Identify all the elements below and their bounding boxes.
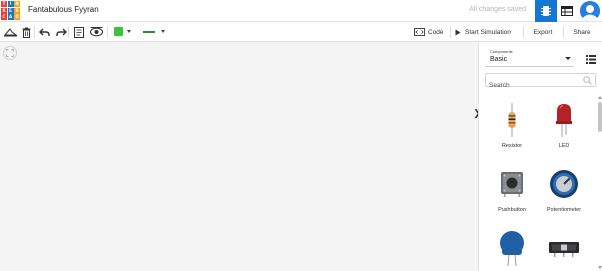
capacitor-icon <box>492 228 532 268</box>
project-title[interactable]: Fantabulous Fyyran <box>28 5 99 14</box>
component-led[interactable]: LED <box>536 94 592 154</box>
table-icon <box>561 6 573 16</box>
share-button[interactable]: Share <box>565 25 599 39</box>
component-label: Pushbutton <box>498 207 526 213</box>
header-bar: TIN KER CAD Fantabulous Fyyran All changes… <box>0 0 602 22</box>
save-status: All changes saved <box>469 6 526 13</box>
component-resistor[interactable]: Resistor <box>484 94 540 154</box>
play-icon <box>455 29 461 35</box>
circuit-board-icon <box>541 6 551 16</box>
scroll-up-icon[interactable] <box>598 96 602 99</box>
component-label: LED <box>558 143 570 149</box>
potentiometer-icon <box>544 164 584 204</box>
wire-color-picker[interactable] <box>114 27 123 36</box>
workplane-canvas[interactable] <box>0 42 478 271</box>
scroll-down-icon[interactable] <box>598 266 602 269</box>
wire-color-dropdown-icon[interactable] <box>127 30 131 33</box>
components-scrollbar[interactable] <box>597 96 602 269</box>
redo-icon[interactable] <box>54 25 68 39</box>
tinkercad-logo[interactable]: TIN KER CAD <box>1 1 20 20</box>
wire-type-dropdown-icon[interactable] <box>161 30 165 33</box>
delete-icon[interactable] <box>19 25 33 39</box>
code-icon <box>414 28 425 36</box>
logo-letter: T <box>1 1 7 7</box>
toolbar-divider <box>523 26 524 38</box>
components-panel: Components Basic Search Resistor LED Pus… <box>478 42 602 271</box>
toolbar-divider <box>68 26 69 38</box>
component-pushbutton[interactable]: Pushbutton <box>484 158 540 218</box>
notes-icon[interactable] <box>72 25 86 39</box>
code-button-label: Code <box>428 28 444 36</box>
chevron-down-icon <box>565 57 571 60</box>
components-dropdown-label: Components <box>490 49 513 54</box>
components-dropdown[interactable]: Components Basic <box>485 48 574 67</box>
component-potentiometer[interactable]: Potentiometer <box>536 158 592 218</box>
app-window: TIN KER CAD Fantabulous Fyyran All changes… <box>0 0 602 271</box>
logo-letter: K <box>1 7 7 14</box>
toolbar-divider <box>107 26 108 38</box>
resistor-icon <box>492 100 532 140</box>
component-capacitor[interactable] <box>484 222 540 271</box>
circuit-view-button[interactable] <box>535 0 557 22</box>
user-icon <box>580 1 600 21</box>
component-label: Potentiometer <box>546 207 582 213</box>
zoom-to-fit-button[interactable] <box>3 46 17 60</box>
code-button[interactable]: Code <box>414 25 444 39</box>
logo-letter: R <box>14 7 20 14</box>
toolbar-divider <box>34 26 35 38</box>
component-slide-switch[interactable] <box>536 222 592 271</box>
toolbar-divider <box>450 26 451 38</box>
toolbar: Code Start Simulation Export Share <box>0 22 602 42</box>
list-icon <box>586 55 596 64</box>
logo-letter: N <box>14 1 20 7</box>
undo-icon[interactable] <box>37 25 51 39</box>
list-view-button[interactable] <box>586 51 596 64</box>
pushbutton-icon <box>492 164 532 204</box>
logo-letter: C <box>1 14 7 20</box>
logo-letter: E <box>7 7 14 14</box>
component-label: Resistor <box>501 143 523 149</box>
search-field[interactable] <box>485 73 596 92</box>
logo-letter: I <box>7 1 14 7</box>
scrollbar-thumb[interactable] <box>598 102 602 132</box>
component-list-view-button[interactable] <box>560 4 574 18</box>
user-avatar[interactable] <box>580 1 600 21</box>
workplane-icon[interactable] <box>3 25 17 39</box>
search-input[interactable] <box>489 79 579 92</box>
components-grid: Resistor LED Pushbutton Potentiometer <box>479 94 597 271</box>
visibility-icon[interactable] <box>89 25 103 39</box>
logo-letter: A <box>7 14 14 20</box>
logo-letter: D <box>14 14 20 20</box>
wire-type-picker[interactable] <box>143 31 155 33</box>
slide-switch-icon <box>544 228 584 268</box>
start-simulation-label: Start Simulation <box>465 28 511 36</box>
search-icon[interactable] <box>583 76 592 85</box>
export-button[interactable]: Export <box>525 25 561 39</box>
toolbar-divider <box>563 26 564 38</box>
led-icon <box>544 100 584 140</box>
components-dropdown-value: Basic <box>490 56 508 63</box>
start-simulation-button[interactable]: Start Simulation <box>455 25 511 39</box>
fit-view-icon <box>6 49 14 57</box>
